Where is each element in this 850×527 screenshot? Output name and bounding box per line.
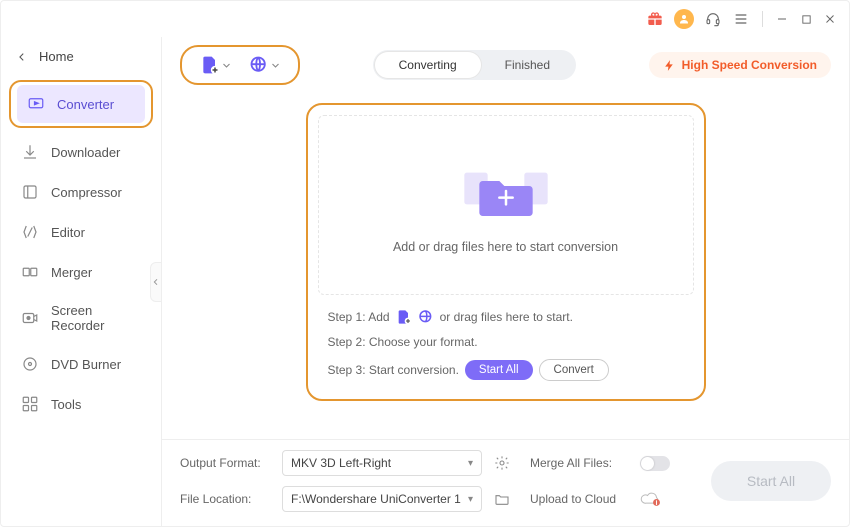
sidebar-item-merger[interactable]: Merger (11, 253, 151, 291)
tools-icon (21, 395, 39, 413)
tab-segmented: Converting Finished (373, 50, 576, 80)
open-folder-button[interactable] (492, 489, 512, 509)
start-all-pill[interactable]: Start All (465, 360, 533, 380)
bottom-bar: Output Format: MKV 3D Left-Right ▾ Merge… (162, 439, 849, 526)
sidebar-item-tools[interactable]: Tools (11, 385, 151, 423)
step3-text: Step 3: Start conversion. (328, 363, 459, 377)
sidebar-item-label: Merger (51, 265, 92, 280)
window-minimize-button[interactable] (775, 12, 789, 26)
sidebar-item-editor[interactable]: Editor (11, 213, 151, 251)
gift-icon[interactable] (646, 10, 664, 28)
sidebar-item-converter[interactable]: Converter (17, 85, 145, 123)
step-3: Step 3: Start conversion. Start All Conv… (328, 359, 684, 381)
chevron-down-icon (271, 61, 280, 70)
output-format-value: MKV 3D Left-Right (291, 456, 391, 470)
sidebar-item-compressor[interactable]: Compressor (11, 173, 151, 211)
compress-icon (21, 183, 39, 201)
tab-converting[interactable]: Converting (375, 52, 481, 78)
step1-prefix: Step 1: Add (328, 310, 390, 324)
home-button[interactable]: Home (7, 41, 155, 72)
converter-icon (27, 95, 45, 113)
step2-text: Step 2: Choose your format. (328, 335, 478, 349)
menu-icon[interactable] (732, 10, 750, 28)
sidebar-item-dvd-burner[interactable]: DVD Burner (11, 345, 151, 383)
output-format-label: Output Format: (180, 456, 272, 470)
titlebar (1, 1, 849, 37)
window-maximize-button[interactable] (799, 12, 813, 26)
chevron-down-icon (222, 61, 231, 70)
add-buttons-group (180, 45, 300, 85)
start-all-button[interactable]: Start All (711, 461, 831, 501)
add-url-button[interactable] (249, 55, 280, 75)
step-2: Step 2: Choose your format. (328, 335, 684, 349)
sidebar-item-label: Screen Recorder (51, 303, 141, 333)
download-icon (21, 143, 39, 161)
merge-toggle[interactable] (640, 456, 670, 471)
sidebar-item-screen-recorder[interactable]: Screen Recorder (11, 293, 151, 343)
home-label: Home (39, 49, 74, 64)
sidebar-item-label: DVD Burner (51, 357, 121, 372)
add-file-mini-icon (396, 309, 412, 325)
tab-finished[interactable]: Finished (481, 52, 574, 78)
add-file-button[interactable] (200, 55, 231, 75)
sidebar-item-label: Converter (57, 97, 114, 112)
sidebar: Home Converter Downloader (1, 37, 161, 526)
upload-cloud-label: Upload to Cloud (530, 492, 630, 506)
toolbar: Converting Finished High Speed Conversio… (162, 37, 849, 93)
main-panel: Converting Finished High Speed Conversio… (161, 37, 849, 526)
high-speed-conversion-button[interactable]: High Speed Conversion (649, 52, 831, 78)
cloud-upload-button[interactable] (640, 491, 662, 507)
sidebar-item-label: Compressor (51, 185, 122, 200)
folder-plus-icon (456, 156, 556, 226)
chevron-down-icon: ▾ (468, 494, 473, 505)
sidebar-item-label: Downloader (51, 145, 120, 160)
high-speed-label: High Speed Conversion (682, 58, 817, 72)
file-location-label: File Location: (180, 492, 272, 506)
merge-label: Merge All Files: (530, 456, 630, 470)
output-format-select[interactable]: MKV 3D Left-Right ▾ (282, 450, 482, 476)
file-location-select[interactable]: F:\Wondershare UniConverter 1 ▾ (282, 486, 482, 512)
user-avatar-icon[interactable] (674, 9, 694, 29)
drop-main-text: Add or drag files here to start conversi… (393, 240, 618, 254)
output-settings-button[interactable] (492, 453, 512, 473)
sidebar-collapse-handle[interactable] (150, 262, 162, 302)
editor-icon (21, 223, 39, 241)
recorder-icon (21, 309, 39, 327)
step1-suffix: or drag files here to start. (440, 310, 573, 324)
sidebar-item-label: Tools (51, 397, 81, 412)
dvd-icon (21, 355, 39, 373)
sidebar-item-label: Editor (51, 225, 85, 240)
sidebar-item-downloader[interactable]: Downloader (11, 133, 151, 171)
add-url-mini-icon (418, 309, 434, 325)
chevron-down-icon: ▾ (468, 458, 473, 469)
file-location-value: F:\Wondershare UniConverter 1 (291, 492, 461, 506)
lightning-icon (663, 59, 676, 72)
window-close-button[interactable] (823, 12, 837, 26)
headset-icon[interactable] (704, 10, 722, 28)
merger-icon (21, 263, 39, 281)
step-1: Step 1: Add or drag files here to start. (328, 309, 684, 325)
convert-pill[interactable]: Convert (539, 359, 609, 381)
drop-zone[interactable]: Add or drag files here to start conversi… (306, 103, 706, 401)
drop-target[interactable]: Add or drag files here to start conversi… (318, 115, 694, 295)
steps-panel: Step 1: Add or drag files here to start.… (308, 295, 704, 399)
chevron-left-icon (17, 52, 27, 62)
